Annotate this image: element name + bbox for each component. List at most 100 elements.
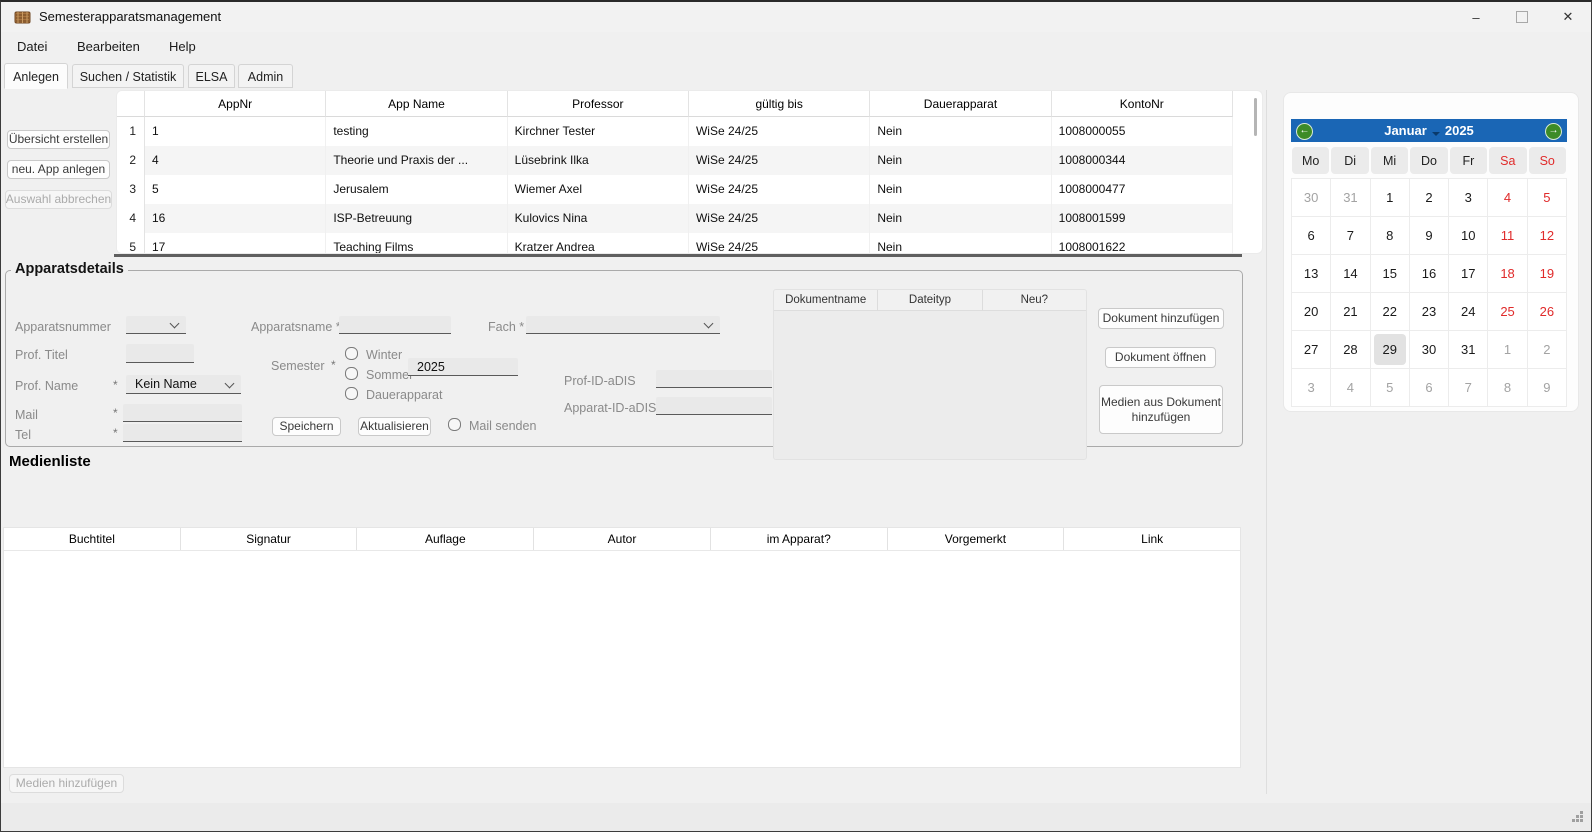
- close-button[interactable]: ✕: [1545, 2, 1591, 32]
- calendar-day[interactable]: 30: [1410, 331, 1449, 369]
- calendar-day[interactable]: 7: [1449, 369, 1488, 407]
- table-row[interactable]: 11testingKirchner TesterWiSe 24/25Nein10…: [117, 117, 1233, 146]
- column-header-kontonr[interactable]: KontoNr: [1052, 91, 1233, 117]
- apparatsnummer-combobox[interactable]: [126, 316, 186, 334]
- calendar-day[interactable]: 3: [1292, 369, 1331, 407]
- column-header-appnr[interactable]: AppNr: [145, 91, 326, 117]
- calendar-day[interactable]: 6: [1410, 369, 1449, 407]
- calendar-day[interactable]: 8: [1371, 217, 1410, 255]
- menu-bearbeiten[interactable]: Bearbeiten: [77, 32, 140, 62]
- calendar-day[interactable]: 31: [1449, 331, 1488, 369]
- semester-year-input[interactable]: 2025: [408, 358, 518, 376]
- calendar-day[interactable]: 8: [1488, 369, 1527, 407]
- calendar-day[interactable]: 15: [1371, 255, 1410, 293]
- calendar-day[interactable]: 14: [1331, 255, 1370, 293]
- menu-help[interactable]: Help: [169, 32, 196, 62]
- prof-id-adis-input[interactable]: [656, 370, 772, 388]
- calendar-day[interactable]: 5: [1371, 369, 1410, 407]
- calendar-day[interactable]: 27: [1292, 331, 1331, 369]
- speichern-button[interactable]: Speichern: [272, 417, 341, 436]
- column-header-app-name[interactable]: App Name: [326, 91, 507, 117]
- horizontal-scrollbar[interactable]: [114, 254, 1242, 257]
- calendar-day[interactable]: 31: [1331, 179, 1370, 217]
- mail-input[interactable]: [123, 404, 242, 422]
- table-row[interactable]: 35JerusalemWiemer AxelWiSe 24/25Nein1008…: [117, 175, 1233, 204]
- media-column-header-link[interactable]: Link: [1064, 528, 1240, 550]
- calendar-day[interactable]: 9: [1410, 217, 1449, 255]
- apparatsname-input[interactable]: [339, 316, 451, 334]
- calendar-day[interactable]: 1: [1488, 331, 1527, 369]
- sommer-radio[interactable]: [345, 367, 358, 380]
- winter-radio[interactable]: [345, 347, 358, 360]
- menu-datei[interactable]: Datei: [17, 32, 47, 62]
- calendar-day[interactable]: 25: [1488, 293, 1527, 331]
- dauerapparat-radio[interactable]: [345, 387, 358, 400]
- prof-name-combobox[interactable]: Kein Name: [126, 375, 241, 394]
- media-column-header-auflage[interactable]: Auflage: [357, 528, 534, 550]
- aktualisieren-button[interactable]: Aktualisieren: [358, 417, 431, 436]
- fach-combobox[interactable]: [526, 316, 720, 334]
- dokument-oeffnen-button[interactable]: Dokument öffnen: [1105, 347, 1216, 368]
- calendar-day[interactable]: 20: [1292, 293, 1331, 331]
- calendar-day[interactable]: 23: [1410, 293, 1449, 331]
- calendar-day[interactable]: 11: [1488, 217, 1527, 255]
- calendar-day[interactable]: 13: [1292, 255, 1331, 293]
- table-row[interactable]: 416ISP-BetreuungKulovics NinaWiSe 24/25N…: [117, 204, 1233, 233]
- calendar-day[interactable]: 6: [1292, 217, 1331, 255]
- calendar-day[interactable]: 9: [1528, 369, 1567, 407]
- calendar-day[interactable]: 18: [1488, 255, 1527, 293]
- calendar-day[interactable]: 22: [1371, 293, 1410, 331]
- vertical-scrollbar[interactable]: [1254, 98, 1257, 136]
- calendar-day[interactable]: 21: [1331, 293, 1370, 331]
- table-row[interactable]: 517Teaching FilmsKratzer AndreaWiSe 24/2…: [117, 233, 1233, 254]
- calendar-day[interactable]: 19: [1528, 255, 1567, 293]
- calendar-day[interactable]: 17: [1449, 255, 1488, 293]
- dokument-hinzufuegen-button[interactable]: Dokument hinzufügen: [1098, 308, 1224, 329]
- media-column-header-buchtitel[interactable]: Buchtitel: [4, 528, 181, 550]
- calendar-day[interactable]: 24: [1449, 293, 1488, 331]
- medien-aus-dokument-button[interactable]: Medien aus Dokument hinzufügen: [1099, 385, 1223, 434]
- calendar-year[interactable]: 2025: [1445, 123, 1474, 138]
- table-row[interactable]: 24Theorie und Praxis der ...Lüsebrink Il…: [117, 146, 1233, 175]
- doc-column-header-neu?[interactable]: Neu?: [983, 290, 1086, 311]
- resize-grip-icon[interactable]: [1572, 811, 1575, 814]
- tab-admin[interactable]: Admin: [238, 64, 293, 88]
- calendar-day[interactable]: 12: [1528, 217, 1567, 255]
- minimize-button[interactable]: –: [1453, 2, 1499, 32]
- calendar-day[interactable]: 4: [1488, 179, 1527, 217]
- calendar-day[interactable]: 30: [1292, 179, 1331, 217]
- calendar-day[interactable]: 26: [1528, 293, 1567, 331]
- calendar-day[interactable]: 5: [1528, 179, 1567, 217]
- tel-input[interactable]: [123, 424, 242, 442]
- medien-hinzufuegen-button[interactable]: Medien hinzufügen: [9, 774, 124, 793]
- media-column-header-im-apparat?[interactable]: im Apparat?: [711, 528, 888, 550]
- media-column-header-vorgemerkt[interactable]: Vorgemerkt: [888, 528, 1065, 550]
- calendar-day[interactable]: 29: [1371, 331, 1410, 369]
- calendar-prev-month-button[interactable]: ←: [1296, 123, 1313, 140]
- mail-senden-checkbox[interactable]: [448, 418, 461, 431]
- calendar-month[interactable]: Januar: [1384, 123, 1427, 138]
- neue-app-anlegen-button[interactable]: neu. App anlegen: [7, 160, 110, 179]
- column-header-professor[interactable]: Professor: [508, 91, 689, 117]
- uebersicht-erstellen-button[interactable]: Übersicht erstellen: [7, 130, 110, 149]
- auswahl-abbrechen-button[interactable]: Auswahl abbrechen: [5, 190, 112, 209]
- calendar-next-month-button[interactable]: →: [1545, 123, 1562, 140]
- tab-elsa[interactable]: ELSA: [188, 64, 235, 88]
- media-column-header-signatur[interactable]: Signatur: [181, 528, 358, 550]
- calendar-day[interactable]: 2: [1410, 179, 1449, 217]
- calendar-day[interactable]: 10: [1449, 217, 1488, 255]
- calendar-day[interactable]: 4: [1331, 369, 1370, 407]
- tab-anlegen[interactable]: Anlegen: [4, 63, 68, 89]
- column-header-gültig-bis[interactable]: gültig bis: [689, 91, 870, 117]
- doc-column-header-dateityp[interactable]: Dateityp: [878, 290, 982, 311]
- apparat-id-adis-input[interactable]: [656, 397, 772, 415]
- calendar-day[interactable]: 16: [1410, 255, 1449, 293]
- media-column-header-autor[interactable]: Autor: [534, 528, 711, 550]
- calendar-title[interactable]: Januar 2025: [1384, 123, 1474, 138]
- calendar-day[interactable]: 28: [1331, 331, 1370, 369]
- doc-column-header-dokumentname[interactable]: Dokumentname: [774, 290, 878, 311]
- maximize-button[interactable]: [1499, 2, 1545, 32]
- prof-titel-input[interactable]: [126, 344, 194, 363]
- column-header-dauerapparat[interactable]: Dauerapparat: [870, 91, 1051, 117]
- tab-suchen-statistik[interactable]: Suchen / Statistik: [72, 64, 184, 88]
